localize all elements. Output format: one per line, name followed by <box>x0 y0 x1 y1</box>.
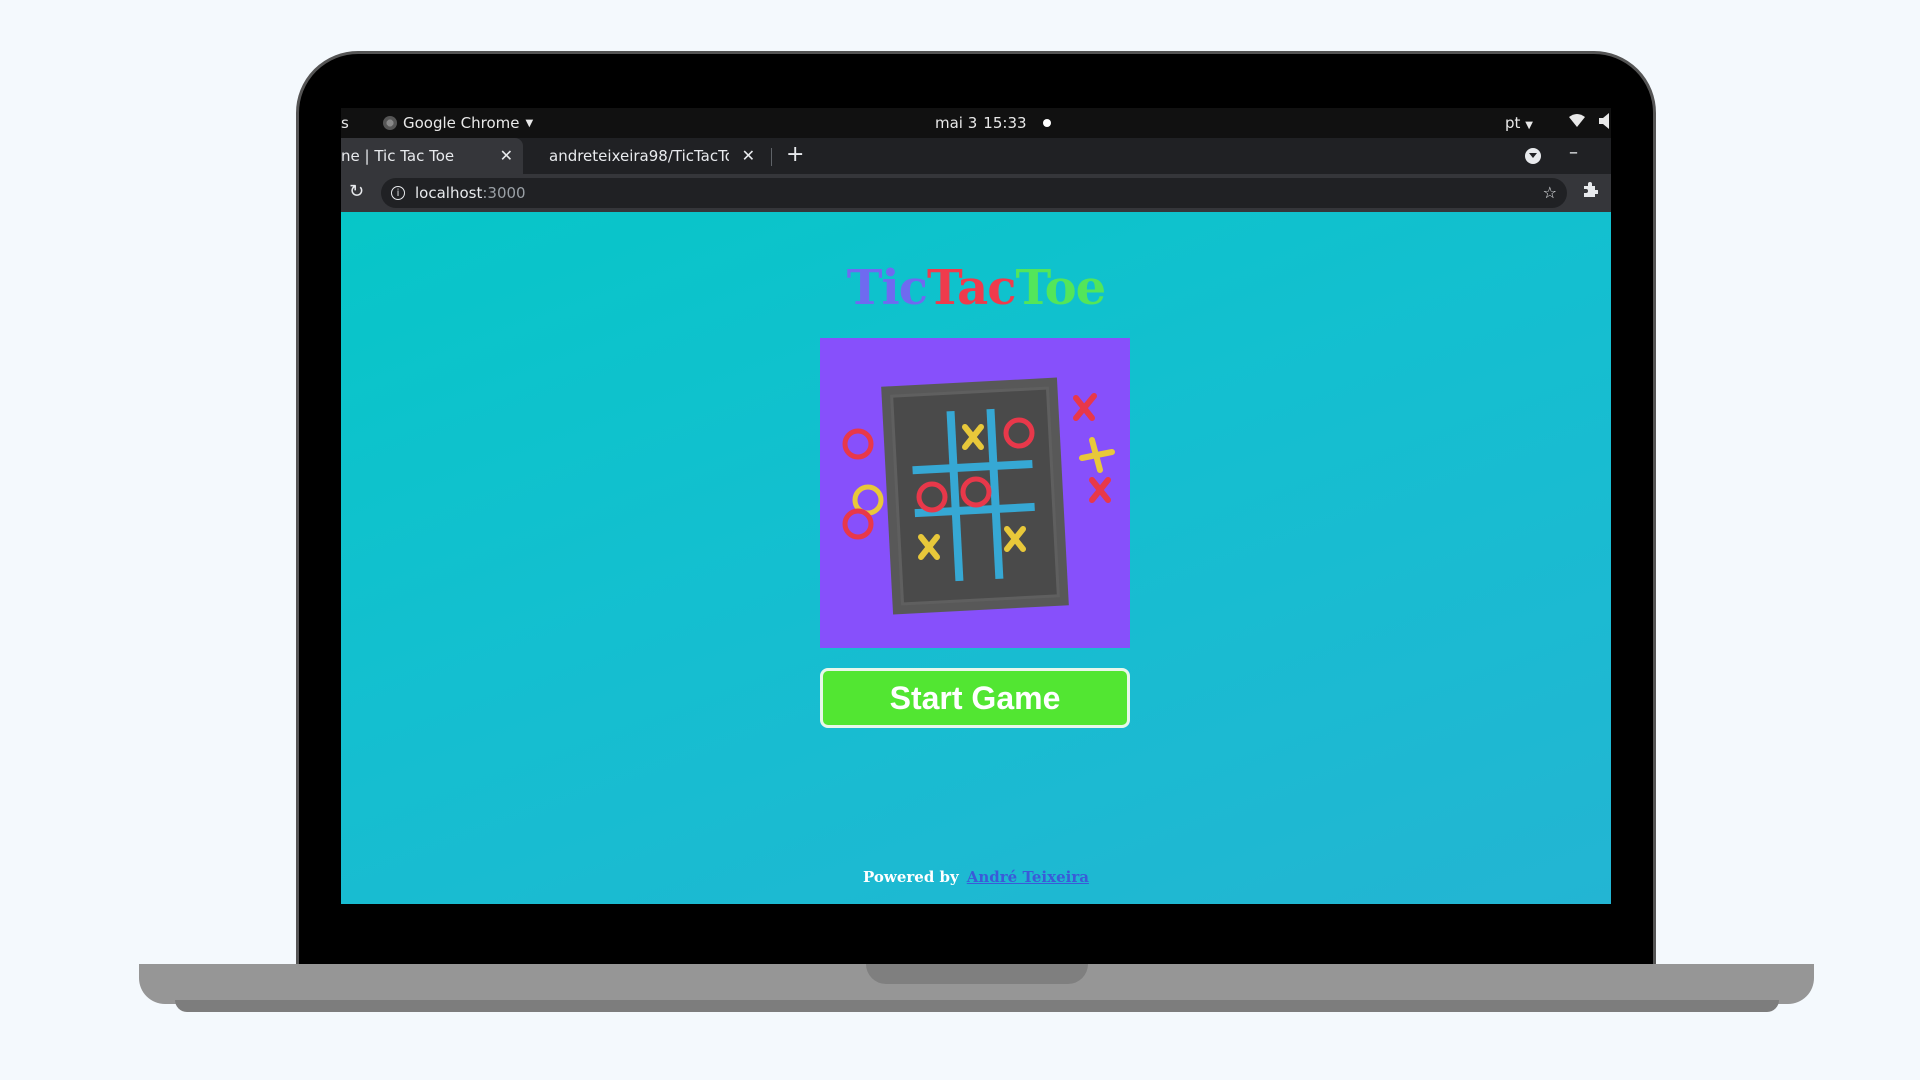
web-page: TicTacToe Start Game Powered by André Te… <box>341 212 1611 904</box>
page-title: TicTacToe <box>341 260 1611 316</box>
system-clock[interactable]: mai 3 15:33 <box>935 114 1051 132</box>
bookmark-star-icon[interactable]: ☆ <box>1543 183 1557 202</box>
caret-down-icon: ▼ <box>1525 120 1533 131</box>
tab-search-icon[interactable] <box>1525 148 1541 164</box>
tab-github-repo[interactable]: andreteixeira98/TicTacTo ✕ <box>535 138 765 174</box>
title-tac: Tac <box>926 260 1016 316</box>
app-menu[interactable]: Google Chrome ▼ <box>383 114 533 132</box>
tic-tac-toe-illustration <box>820 338 1130 648</box>
extensions-puzzle-icon[interactable] <box>1582 182 1599 203</box>
url-port: :3000 <box>482 184 526 202</box>
laptop-screen: s Google Chrome ▼ mai 3 15:33 pt ▼ ne | … <box>341 108 1611 904</box>
reload-icon[interactable]: ↻ <box>349 181 364 202</box>
app-menu-label: Google Chrome <box>403 114 520 132</box>
start-game-button[interactable]: Start Game <box>820 668 1130 728</box>
close-icon[interactable]: ✕ <box>742 146 755 165</box>
title-toe: Toe <box>1015 260 1106 316</box>
tab-separator <box>771 148 772 166</box>
powered-by-label: Powered by <box>863 868 959 886</box>
close-icon[interactable]: ✕ <box>500 146 513 165</box>
browser-toolbar: ↻ i localhost:3000 ☆ <box>341 174 1611 212</box>
chrome-icon <box>383 116 397 130</box>
url-host: localhost <box>415 184 483 202</box>
system-top-bar: s Google Chrome ▼ mai 3 15:33 pt ▼ <box>341 108 1611 138</box>
tab-tic-tac-toe[interactable]: ne | Tic Tac Toe ✕ <box>341 138 523 174</box>
plus-icon[interactable]: + <box>786 142 804 167</box>
laptop-notch <box>866 964 1088 984</box>
wifi-icon[interactable] <box>1569 114 1585 132</box>
page-footer: Powered by André Teixeira <box>341 868 1611 886</box>
tab-strip: ne | Tic Tac Toe ✕ andreteixeira98/TicTa… <box>341 138 1611 174</box>
activities-button[interactable]: s <box>341 114 349 132</box>
volume-icon[interactable] <box>1599 113 1611 133</box>
language-label: pt <box>1505 114 1521 132</box>
notification-dot-icon <box>1042 119 1051 127</box>
clock-date: mai 3 <box>935 114 978 132</box>
language-menu[interactable]: pt ▼ <box>1505 114 1533 132</box>
author-link[interactable]: André Teixeira <box>967 868 1089 886</box>
address-bar[interactable]: i localhost:3000 ☆ <box>381 178 1567 208</box>
tab-label: ne | Tic Tac Toe <box>341 147 455 165</box>
clock-time: 15:33 <box>983 114 1027 132</box>
board-illustration-icon <box>842 377 1115 615</box>
tab-label: andreteixeira98/TicTacTo <box>549 147 729 165</box>
caret-down-icon: ▼ <box>525 117 534 129</box>
url-text: localhost:3000 <box>415 184 526 202</box>
info-icon[interactable]: i <box>391 186 405 200</box>
minimize-icon[interactable]: – <box>1569 142 1578 163</box>
laptop-foot <box>175 1000 1779 1012</box>
title-tic: Tic <box>846 260 928 316</box>
